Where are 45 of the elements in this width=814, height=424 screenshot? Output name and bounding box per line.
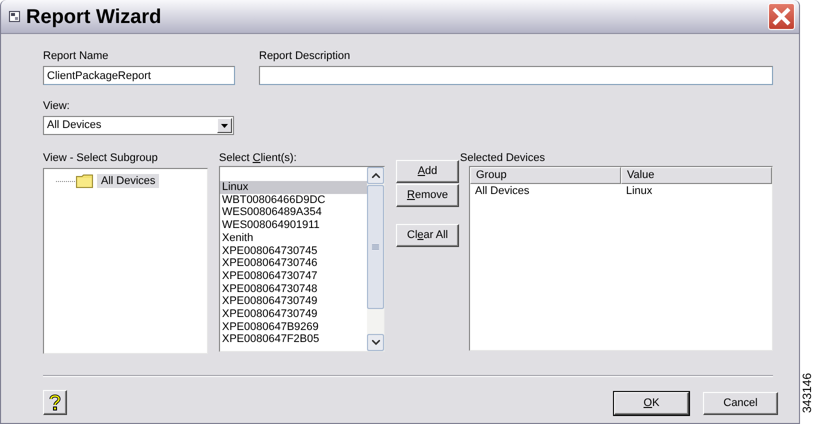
tree-line bbox=[56, 180, 76, 182]
dropdown-arrow-icon bbox=[221, 124, 228, 128]
scrollbar-thumb[interactable] bbox=[367, 185, 384, 309]
list-item[interactable]: XPE0080647F2B05 bbox=[220, 333, 367, 346]
list-item[interactable]: Xenith bbox=[220, 232, 367, 245]
list-item[interactable]: XPE008064730749 bbox=[220, 295, 367, 308]
action-button[interactable]: Clear All bbox=[396, 224, 459, 247]
report-name-label: Report Name bbox=[43, 50, 110, 63]
close-button[interactable] bbox=[768, 3, 795, 30]
list-item[interactable]: XPE008064730747 bbox=[220, 270, 367, 283]
window-title: Report Wizard bbox=[26, 4, 162, 30]
app-icon bbox=[9, 11, 20, 22]
dialog-button[interactable]: Cancel bbox=[703, 392, 778, 415]
column-header[interactable]: Group bbox=[470, 167, 621, 184]
list-item[interactable]: XPE008064730748 bbox=[220, 282, 367, 296]
folder-icon bbox=[76, 174, 93, 188]
report-description-field[interactable] bbox=[259, 66, 773, 85]
column-header[interactable]: Value bbox=[621, 167, 772, 184]
list-item[interactable]: XPE008064730746 bbox=[220, 257, 367, 270]
clients-listbox[interactable]: Linux WBT00806466D9DC WES00806489A354 WES008064901911 Xenith XPE008064730745 XPE008064730746 XPE008064730747 XPE008064730748 XPE008064730749 XPE008064730749 XPE0080647B9269 XPE0080647F2B05 bbox=[219, 166, 385, 352]
table-cell-text: All Devices bbox=[474, 184, 530, 198]
view-dropdown[interactable]: All Devices bbox=[43, 116, 234, 135]
list-item[interactable]: WES008064901911 bbox=[220, 219, 367, 232]
scroll-down-icon[interactable] bbox=[372, 340, 380, 345]
list-item[interactable]: XPE008064730749 bbox=[220, 308, 367, 321]
action-button[interactable]: Remove bbox=[396, 184, 459, 207]
selected-devices-label: Selected Devices bbox=[460, 152, 546, 165]
list-item[interactable]: XPE0080647B9269 bbox=[220, 320, 367, 334]
dialog-button[interactable]: OK bbox=[614, 392, 689, 415]
list-item[interactable]: WES00806489A354 bbox=[220, 206, 367, 220]
question-mark-icon bbox=[49, 394, 61, 411]
subgroup-label: View - Select Subgroup bbox=[43, 152, 159, 165]
list-item[interactable]: WBT00806466D9DC bbox=[220, 194, 367, 206]
action-button[interactable]: Add bbox=[396, 160, 459, 183]
scroll-up-icon[interactable] bbox=[372, 173, 380, 178]
report-description-label: Report Description bbox=[259, 50, 352, 63]
report-name-field[interactable]: ClientPackageReport bbox=[43, 66, 235, 85]
list-item[interactable]: Linux bbox=[220, 181, 367, 194]
help-button[interactable] bbox=[43, 390, 67, 415]
clients-label: Select Client(s): bbox=[219, 152, 298, 165]
table-cell-text: Linux bbox=[625, 184, 654, 198]
tree-item[interactable]: All Devices bbox=[97, 174, 160, 188]
list-item[interactable]: XPE008064730745 bbox=[220, 244, 367, 258]
view-label: View: bbox=[43, 100, 71, 113]
figure-number: 343146 bbox=[799, 372, 814, 414]
